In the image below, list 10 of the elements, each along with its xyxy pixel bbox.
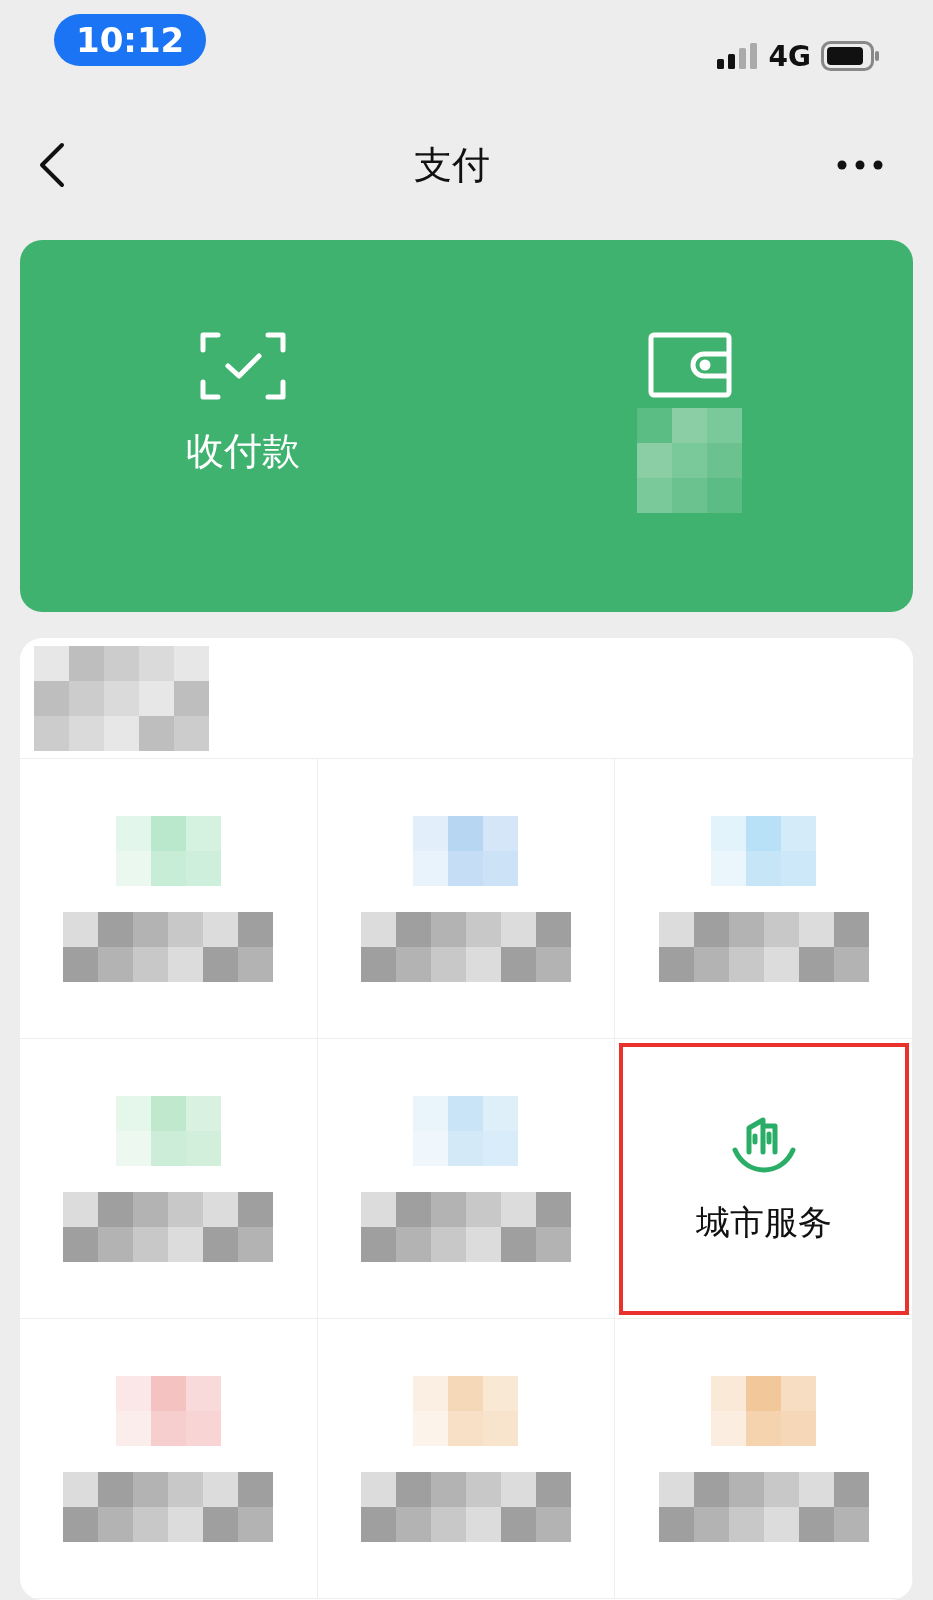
scan-check-icon[interactable]	[200, 332, 287, 400]
wallet-icon[interactable]	[647, 332, 732, 398]
service-label[interactable]: 城市服务	[695, 1199, 832, 1246]
back-icon[interactable]	[38, 142, 66, 188]
signal-icon	[716, 43, 759, 69]
more-icon[interactable]	[837, 160, 883, 170]
battery-icon	[821, 41, 881, 71]
status-time: 10:12	[54, 14, 207, 66]
page-title: 支付	[413, 141, 490, 189]
network-type: 4G	[768, 39, 811, 73]
